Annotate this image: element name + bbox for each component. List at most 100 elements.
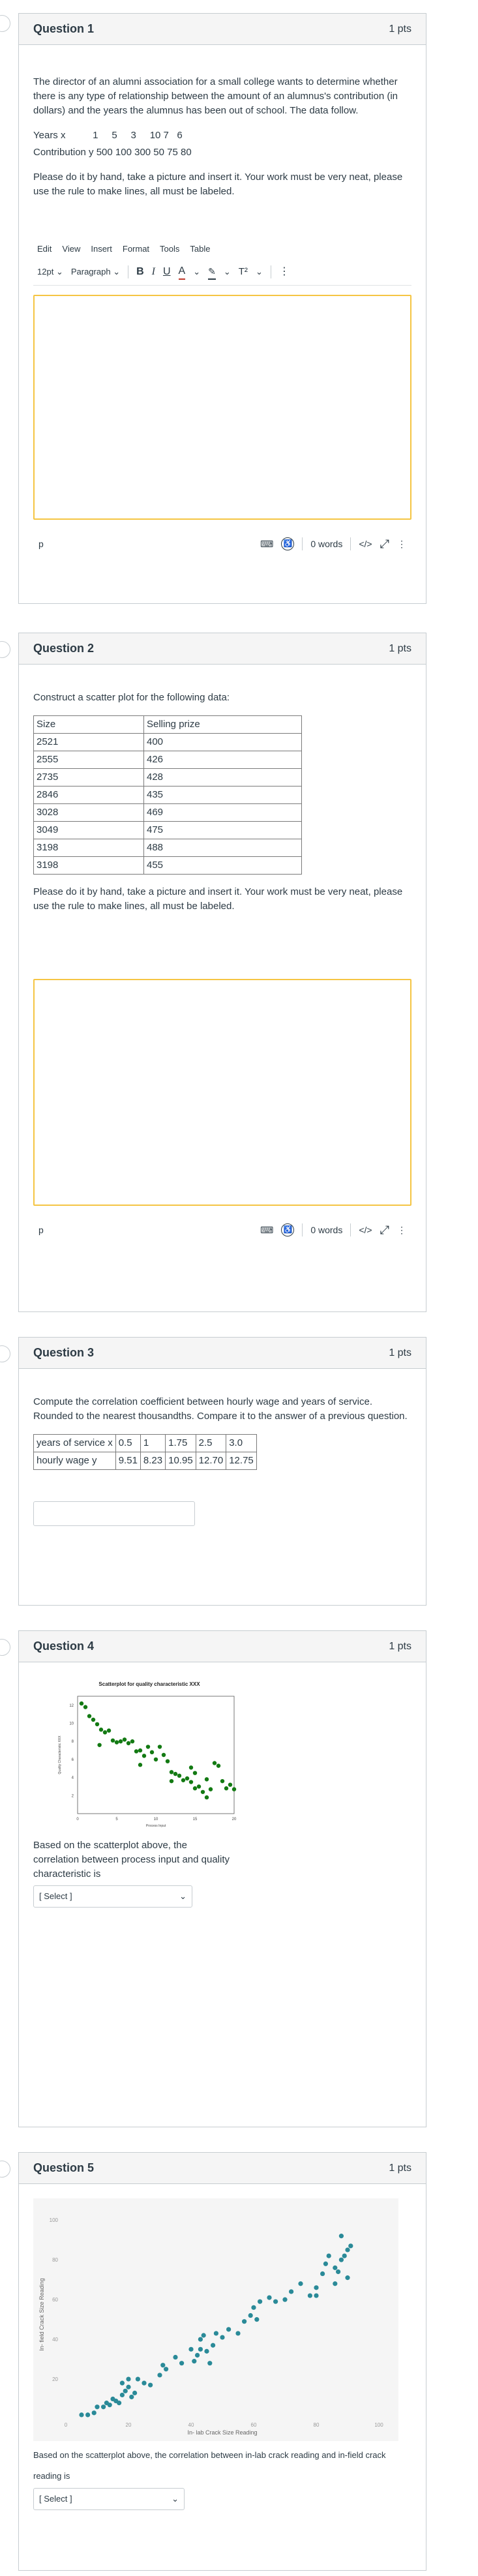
more-options-icon[interactable]: ⋮ bbox=[279, 265, 290, 279]
block-format-dropdown[interactable]: Paragraph ⌄ bbox=[71, 265, 120, 279]
accessibility-checker-icon[interactable]: ♿ bbox=[281, 1223, 295, 1236]
font-size-dropdown[interactable]: 12pt ⌄ bbox=[37, 265, 63, 279]
question-title: Question 5 bbox=[33, 2161, 95, 2174]
data-point bbox=[129, 2394, 134, 2400]
data-point bbox=[101, 2404, 106, 2410]
menu-format[interactable]: Format bbox=[123, 242, 149, 256]
question-3-card: Question 3 1 pts Compute the correlation… bbox=[18, 1337, 426, 1606]
menu-table[interactable]: Table bbox=[190, 242, 210, 256]
resize-handle-icon[interactable]: ⋮ bbox=[397, 537, 406, 551]
menu-view[interactable]: View bbox=[62, 242, 80, 256]
table-cell: 12.70 bbox=[195, 1452, 227, 1470]
data-point bbox=[188, 2346, 194, 2352]
data-point bbox=[342, 2253, 347, 2258]
element-path[interactable]: p bbox=[38, 537, 44, 551]
html-editor-toggle[interactable]: </> bbox=[359, 1223, 372, 1237]
data-point bbox=[336, 2269, 341, 2275]
statusbar-divider bbox=[302, 1223, 303, 1236]
chart-title: Scatterplot for quality characteristic X… bbox=[98, 1681, 200, 1687]
chevron-down-icon: ⌄ bbox=[179, 1891, 187, 1901]
question-body: Compute the correlation coefficient betw… bbox=[19, 1369, 426, 1540]
fullscreen-icon[interactable]: ⤢ bbox=[380, 537, 389, 551]
word-count[interactable]: 0 words bbox=[310, 1223, 342, 1237]
editor-content-area[interactable] bbox=[33, 979, 411, 1206]
data-point bbox=[338, 2257, 344, 2262]
menu-tools[interactable]: Tools bbox=[160, 242, 179, 256]
data-point bbox=[85, 2412, 91, 2418]
x-tick-label: 20 bbox=[232, 1818, 237, 1821]
superscript-icon[interactable]: T² bbox=[239, 265, 248, 279]
flag-question-icon[interactable] bbox=[0, 2161, 10, 2178]
question-title: Question 1 bbox=[33, 22, 95, 35]
answer-input[interactable] bbox=[33, 1501, 195, 1526]
data-point bbox=[204, 1777, 209, 1782]
x-axis-label: In- lab Crack Size Reading bbox=[187, 2429, 257, 2436]
data-point bbox=[134, 1749, 139, 1754]
word-count[interactable]: 0 words bbox=[310, 537, 342, 551]
data-point bbox=[181, 1778, 186, 1782]
table-header: Size bbox=[33, 715, 144, 734]
flag-question-icon[interactable] bbox=[0, 1639, 10, 1656]
data-point bbox=[188, 1765, 194, 1770]
data-point bbox=[212, 1761, 217, 1765]
question-2-card: Question 2 1 pts Construct a scatter plo… bbox=[18, 633, 426, 1312]
data-point bbox=[149, 1750, 155, 1755]
underline-icon[interactable]: U bbox=[163, 265, 171, 279]
chevron-down-icon: ⌄ bbox=[113, 267, 121, 277]
menu-insert[interactable]: Insert bbox=[91, 242, 112, 256]
statusbar-divider bbox=[350, 1223, 351, 1236]
x-tick-label: 20 bbox=[126, 2422, 132, 2428]
data-point bbox=[323, 2261, 328, 2266]
menu-edit[interactable]: Edit bbox=[37, 242, 52, 256]
keyboard-icon[interactable]: ⌨ bbox=[260, 1223, 273, 1237]
editor-toolbar: 12pt ⌄ Paragraph ⌄ B I U A ⌄ ✎ ⌄ T² ⌄ ⋮ bbox=[33, 260, 411, 286]
y-tick-label: 12 bbox=[69, 1704, 74, 1708]
table-cell: 455 bbox=[143, 856, 302, 875]
chevron-down-icon[interactable]: ⌄ bbox=[193, 265, 200, 279]
italic-icon[interactable]: I bbox=[152, 265, 155, 279]
table-row: 3049 475 bbox=[33, 821, 302, 839]
chevron-down-icon[interactable]: ⌄ bbox=[224, 265, 231, 279]
bold-icon[interactable]: B bbox=[136, 265, 144, 279]
y-tick-label: 60 bbox=[52, 2297, 58, 2303]
chevron-down-icon[interactable]: ⌄ bbox=[256, 265, 263, 279]
fullscreen-icon[interactable]: ⤢ bbox=[380, 1223, 389, 1237]
editor-content-area[interactable] bbox=[33, 295, 411, 520]
data-point bbox=[282, 2297, 288, 2302]
answer-select[interactable]: [ Select ] ⌄ bbox=[33, 2488, 185, 2510]
data-point bbox=[333, 2281, 338, 2286]
data-point bbox=[118, 1739, 123, 1744]
scatterplot-crack-size: 0 20 40 60 80 100 20 40 60 80 100 In- lab Crack Siz… bbox=[33, 2198, 398, 2441]
accessibility-checker-icon[interactable]: ♿ bbox=[281, 537, 295, 550]
table-row: years of service x 0.5 1 1.75 2.5 3.0 bbox=[33, 1434, 257, 1452]
data-point bbox=[267, 2295, 272, 2300]
element-path[interactable]: p bbox=[38, 1223, 44, 1237]
table-cell: 3198 bbox=[33, 856, 144, 875]
keyboard-icon[interactable]: ⌨ bbox=[260, 537, 273, 551]
resize-handle-icon[interactable]: ⋮ bbox=[397, 1223, 406, 1237]
answer-select[interactable]: [ Select ] ⌄ bbox=[33, 1885, 192, 1908]
html-editor-toggle[interactable]: </> bbox=[359, 537, 372, 551]
y-tick-label: 10 bbox=[69, 1722, 74, 1726]
data-point bbox=[207, 2361, 213, 2366]
text-color-icon[interactable]: A bbox=[178, 264, 186, 280]
table-row: 3028 469 bbox=[33, 803, 302, 822]
chevron-down-icon: ⌄ bbox=[55, 267, 63, 277]
data-point bbox=[224, 1786, 229, 1791]
question-prompt: Compute the correlation coefficient betw… bbox=[33, 1396, 408, 1422]
table-cell: 0.5 bbox=[115, 1434, 141, 1452]
data-point bbox=[192, 1786, 198, 1791]
question-prompt: Construct a scatter plot for the followi… bbox=[33, 692, 230, 703]
question-4-card: Question 4 1 pts Scatterplot for quality… bbox=[18, 1630, 426, 2127]
table-cell: 8.23 bbox=[140, 1452, 166, 1470]
data-point bbox=[117, 2401, 122, 2406]
data-point bbox=[326, 2253, 331, 2258]
flag-question-icon[interactable] bbox=[0, 15, 10, 32]
flag-question-icon[interactable] bbox=[0, 1345, 10, 1362]
statusbar-actions: ⌨ ♿ 0 words </> ⤢ ⋮ bbox=[260, 1223, 406, 1237]
highlight-icon[interactable]: ✎ bbox=[208, 264, 216, 280]
data-point bbox=[204, 1795, 209, 1800]
question-points: 1 pts bbox=[389, 1347, 411, 1358]
flag-question-icon[interactable] bbox=[0, 641, 10, 658]
data-point bbox=[97, 1743, 102, 1747]
